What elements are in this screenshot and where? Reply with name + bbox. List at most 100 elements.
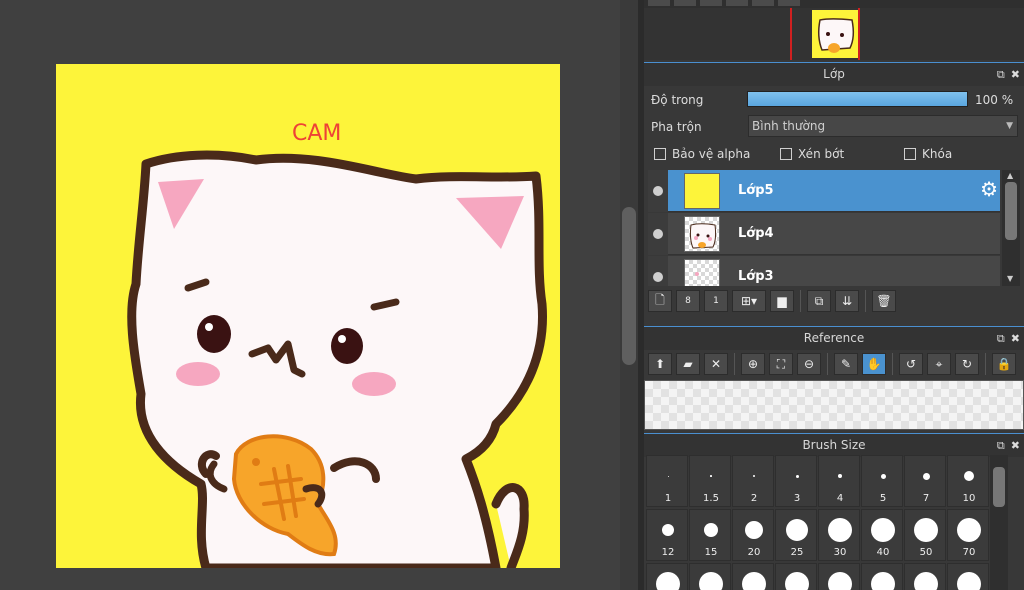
reference-image-area[interactable] xyxy=(644,380,1024,430)
brush-size-cell[interactable]: 20 xyxy=(732,509,774,561)
brush-size-cell[interactable] xyxy=(904,563,946,590)
brush-size-cell[interactable]: 2 xyxy=(732,455,774,507)
reference-open-button[interactable]: ▰ xyxy=(676,353,700,375)
reference-upload-button[interactable]: ⬆ xyxy=(648,353,672,375)
checkbox-box[interactable] xyxy=(780,148,792,160)
add-layer-menu-button[interactable]: ⊞▾ xyxy=(732,290,766,312)
brush-size-cell[interactable]: 15 xyxy=(689,509,731,561)
brush-size-scrollbar[interactable] xyxy=(990,455,1008,590)
layer-visibility-toggle[interactable] xyxy=(648,213,668,255)
checkbox-box[interactable] xyxy=(904,148,916,160)
brush-size-cell[interactable] xyxy=(689,563,731,590)
drawing-canvas[interactable]: CAM xyxy=(56,64,560,568)
brush-size-cell[interactable]: 40 xyxy=(861,509,903,561)
eyedropper-button[interactable]: ✎ xyxy=(834,353,858,375)
checkbox-box[interactable] xyxy=(654,148,666,160)
fit-button[interactable]: ⛶ xyxy=(769,353,793,375)
layer-item[interactable]: Lớp3 xyxy=(648,256,1000,286)
brush-size-label: 7 xyxy=(922,493,930,504)
nav-button[interactable] xyxy=(700,0,722,6)
nav-button[interactable] xyxy=(778,0,800,6)
scroll-down-icon[interactable]: ▼ xyxy=(1007,274,1013,283)
brush-size-cell[interactable] xyxy=(646,563,688,590)
close-icon[interactable]: ✖ xyxy=(1011,333,1020,344)
zoom-out-button[interactable]: ⊖ xyxy=(797,353,821,375)
brush-size-cell[interactable]: 1 xyxy=(646,455,688,507)
navigator-preview[interactable] xyxy=(644,8,1024,60)
nav-button[interactable] xyxy=(726,0,748,6)
lock-checkbox[interactable]: Khóa xyxy=(904,147,952,161)
protect-alpha-checkbox[interactable]: Bảo vệ alpha xyxy=(654,147,750,161)
brush-size-cell[interactable] xyxy=(818,563,860,590)
close-icon[interactable]: ✖ xyxy=(1011,69,1020,80)
opacity-slider[interactable] xyxy=(747,91,968,107)
merge-layer-button[interactable]: ⇊ xyxy=(835,290,859,312)
trash-icon: 🗑 xyxy=(876,294,892,308)
lock-reference-button[interactable]: 🔒 xyxy=(992,353,1016,375)
rotate-right-button[interactable]: ↻ xyxy=(955,353,979,375)
duplicate-layer-button[interactable]: ⧉ xyxy=(807,290,831,312)
new-1bit-layer-button[interactable]: 1 xyxy=(704,290,728,312)
undock-icon[interactable]: ⧉ xyxy=(997,333,1005,344)
brush-size-cell[interactable] xyxy=(775,563,817,590)
nav-button[interactable] xyxy=(648,0,670,6)
undock-icon[interactable]: ⧉ xyxy=(997,69,1005,80)
new-8bit-layer-button[interactable]: 8 xyxy=(676,290,700,312)
blend-label: Pha trộn xyxy=(651,120,702,134)
rotate-left-button[interactable]: ↺ xyxy=(899,353,923,375)
nav-button[interactable] xyxy=(752,0,774,6)
brush-size-cell[interactable]: 10 xyxy=(947,455,989,507)
brush-size-label: 5 xyxy=(879,493,887,504)
fit-icon: ⛶ xyxy=(776,356,786,371)
canvas-vertical-scrollbar[interactable] xyxy=(620,0,638,590)
dropdown-arrow-icon: ▼ xyxy=(1006,121,1013,131)
brush-size-cell[interactable]: 50 xyxy=(904,509,946,561)
brush-scrollbar-thumb[interactable] xyxy=(993,467,1005,507)
layer-scrollbar-thumb[interactable] xyxy=(1005,182,1017,240)
brush-size-dot xyxy=(752,474,756,478)
brush-size-dot xyxy=(795,474,799,478)
canvas-scrollbar-thumb[interactable] xyxy=(622,207,636,365)
gear-icon[interactable]: ⚙ xyxy=(980,179,998,199)
zoom-in-button[interactable]: ⊕ xyxy=(741,353,765,375)
layer-item[interactable]: Lớp5 ⚙ xyxy=(648,170,1000,212)
undock-icon[interactable]: ⧉ xyxy=(997,440,1005,451)
layer-item[interactable]: Lớp4 xyxy=(648,213,1000,255)
layer-visibility-toggle[interactable] xyxy=(648,170,668,212)
brush-size-cell[interactable]: 30 xyxy=(818,509,860,561)
layer-list-scrollbar[interactable]: ▲ ▼ xyxy=(1002,170,1020,286)
layer-visibility-toggle[interactable] xyxy=(648,256,668,286)
brush-size-cell[interactable]: 25 xyxy=(775,509,817,561)
brush-size-dot xyxy=(786,519,808,541)
brush-size-dot xyxy=(914,518,938,542)
brush-size-cell[interactable] xyxy=(732,563,774,590)
brush-size-cell[interactable]: 7 xyxy=(904,455,946,507)
brush-size-label: 25 xyxy=(790,547,804,558)
brush-size-dot xyxy=(880,473,886,479)
brush-size-cell[interactable] xyxy=(947,563,989,590)
reset-view-button[interactable]: ⌖ xyxy=(927,353,951,375)
blend-mode-select[interactable]: Bình thường ▼ xyxy=(748,115,1018,137)
brush-size-cell[interactable]: 12 xyxy=(646,509,688,561)
brush-size-dot xyxy=(710,475,712,477)
close-icon[interactable]: ✖ xyxy=(1011,440,1020,451)
delete-layer-button[interactable]: 🗑 xyxy=(872,290,896,312)
new-folder-button[interactable]: ▆ xyxy=(770,290,794,312)
folder-icon: ▆ xyxy=(777,294,787,308)
hand-tool-button[interactable]: ✋ xyxy=(862,353,886,375)
nav-button[interactable] xyxy=(674,0,696,6)
brush-size-cell[interactable]: 3 xyxy=(775,455,817,507)
layer-panel-title: Lớp xyxy=(823,67,845,81)
brush-size-dot xyxy=(662,524,674,536)
scroll-up-icon[interactable]: ▲ xyxy=(1007,171,1013,180)
brush-size-cell[interactable]: 70 xyxy=(947,509,989,561)
new-layer-button[interactable]: 🗋 xyxy=(648,290,672,312)
brush-size-cell[interactable]: 5 xyxy=(861,455,903,507)
brush-size-cell[interactable]: 4 xyxy=(818,455,860,507)
layer-panel-header: Lớp ⧉ ✖ xyxy=(644,62,1024,86)
reference-close-button[interactable]: ✕ xyxy=(704,353,728,375)
clipping-checkbox[interactable]: Xén bớt xyxy=(780,147,844,161)
brush-size-cell[interactable] xyxy=(861,563,903,590)
brush-size-cell[interactable]: 1.5 xyxy=(689,455,731,507)
canvas-area[interactable]: CAM xyxy=(0,0,620,590)
